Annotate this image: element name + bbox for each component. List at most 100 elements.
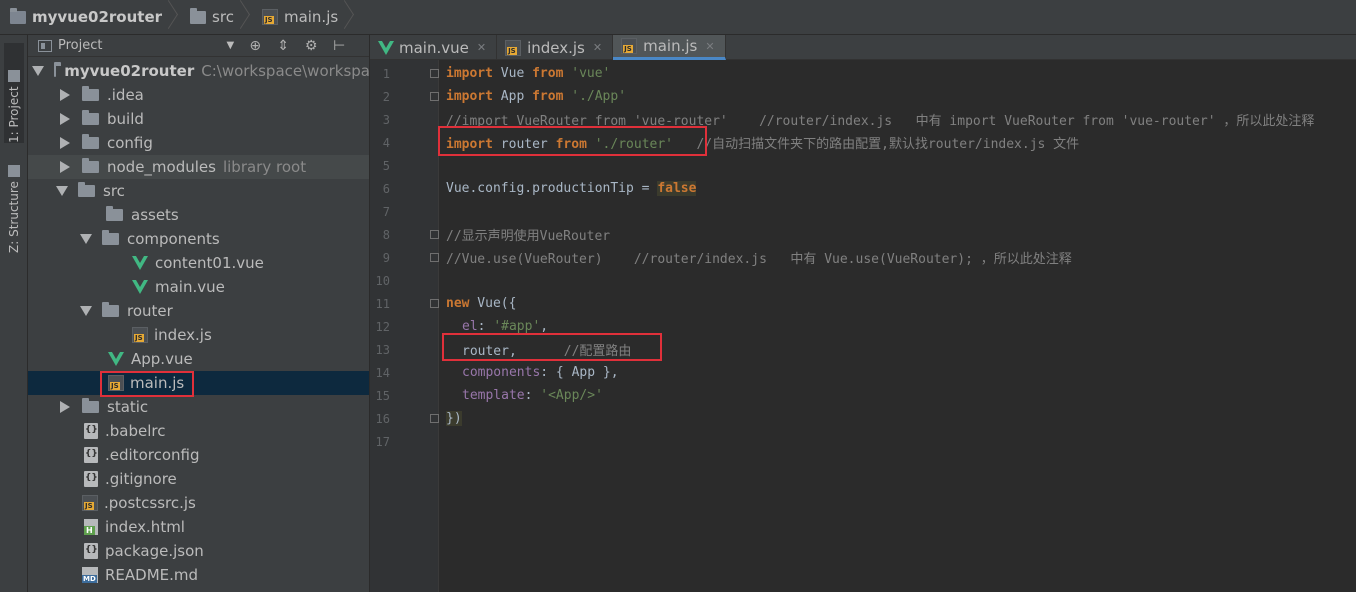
text-file-icon — [84, 447, 98, 463]
fold-marker-icon[interactable] — [430, 299, 439, 308]
folder-icon — [82, 158, 99, 173]
expand-arrow-icon[interactable] — [80, 306, 92, 316]
tree-item-app-vue[interactable]: App.vue — [28, 347, 369, 371]
line-number: 15 — [375, 388, 390, 403]
close-icon[interactable]: ✕ — [477, 41, 486, 54]
tree-item-editorconfig[interactable]: .editorconfig — [28, 443, 369, 467]
markdown-file-icon — [82, 567, 98, 583]
code-line[interactable]: 11 new Vue({ — [370, 292, 1356, 315]
project-view-selector[interactable]: Project — [58, 38, 102, 53]
gear-icon[interactable]: ⚙ — [304, 38, 318, 54]
code-text: }) — [446, 411, 462, 426]
tree-item-node-modules[interactable]: node_modules library root — [28, 155, 369, 179]
tree-item-babelrc[interactable]: .babelrc — [28, 419, 369, 443]
collapse-all-icon[interactable]: ⇕ — [276, 38, 290, 54]
code-line[interactable]: 2 import App from './App' — [370, 85, 1356, 108]
code-line[interactable]: 1 import Vue from 'vue' — [370, 62, 1356, 85]
code-line[interactable]: 17 — [370, 430, 1356, 453]
tree-item-label: .editorconfig — [105, 446, 200, 464]
library-root-note: library root — [222, 158, 307, 176]
collapse-arrow-icon[interactable] — [60, 161, 70, 173]
punctuation: : — [524, 388, 541, 403]
tab-main-js[interactable]: main.js ✕ — [613, 35, 726, 60]
fold-marker-icon[interactable] — [430, 414, 439, 423]
code-line[interactable]: 7 — [370, 200, 1356, 223]
tree-item-idea[interactable]: .idea — [28, 83, 369, 107]
breadcrumb-folder-label: src — [212, 8, 234, 26]
code-line[interactable]: 5 — [370, 154, 1356, 177]
breadcrumb-project[interactable]: myvue02router — [10, 0, 190, 35]
js-file-icon — [82, 495, 98, 511]
vue-file-icon — [132, 280, 148, 294]
chevron-down-icon[interactable]: ▼ — [226, 40, 234, 51]
structure-toolwindow-tab[interactable]: Z: Structure — [4, 153, 24, 253]
code-line[interactable]: 10 — [370, 269, 1356, 292]
code-line[interactable]: 8 //显示声明使用VueRouter — [370, 223, 1356, 246]
tree-item-src[interactable]: src — [28, 179, 369, 203]
fold-marker-icon[interactable] — [430, 69, 439, 78]
tree-item-static[interactable]: static — [28, 395, 369, 419]
tree-item-components[interactable]: components — [28, 227, 369, 251]
tree-item-index-html[interactable]: index.html — [28, 515, 369, 539]
punctuation: : — [477, 319, 494, 334]
expand-arrow-icon[interactable] — [56, 186, 68, 196]
tree-item-content01-vue[interactable]: content01.vue — [28, 251, 369, 275]
tree-item-build[interactable]: build — [28, 107, 369, 131]
code-line[interactable]: 13 router, //配置路由 — [370, 338, 1356, 361]
punctuation: , — [540, 319, 549, 334]
code-line[interactable]: 6 Vue.config.productionTip = false — [370, 177, 1356, 200]
code-line[interactable]: 4 import router from './router' //自动扫描文件… — [370, 131, 1356, 154]
fold-marker-icon[interactable] — [430, 253, 439, 262]
expand-arrow-icon[interactable] — [32, 66, 44, 76]
tree-item-postcssrc[interactable]: .postcssrc.js — [28, 491, 369, 515]
folder-icon — [82, 134, 99, 149]
tree-item-label: main.vue — [155, 278, 225, 296]
comment: //自动扫描文件夹下的路由配置,默认找router/index.js 文件 — [673, 137, 1080, 152]
expand-arrow-icon[interactable] — [80, 234, 92, 244]
structure-toolwindow-icon — [8, 165, 20, 178]
tree-item-config[interactable]: config — [28, 131, 369, 155]
tree-item-router[interactable]: router — [28, 299, 369, 323]
hide-panel-icon[interactable]: ⊢ — [332, 38, 346, 54]
tab-label: main.js — [643, 37, 698, 55]
tab-index-js[interactable]: index.js ✕ — [497, 35, 614, 60]
json-file-icon — [84, 543, 98, 559]
tree-item-main-js[interactable]: main.js — [28, 371, 369, 395]
tree-item-package-json[interactable]: package.json — [28, 539, 369, 563]
line-number: 3 — [382, 112, 390, 127]
collapse-arrow-icon[interactable] — [60, 137, 70, 149]
code-editor[interactable]: 1 import Vue from 'vue' 2 import App fro… — [370, 60, 1356, 592]
tree-item-gitignore[interactable]: .gitignore — [28, 467, 369, 491]
close-icon[interactable]: ✕ — [705, 40, 714, 53]
code-line[interactable]: 9 //Vue.use(VueRouter) //router/index.js… — [370, 246, 1356, 269]
collapse-arrow-icon[interactable] — [60, 89, 70, 101]
tree-item-assets[interactable]: assets — [28, 203, 369, 227]
tree-item-readme[interactable]: README.md — [28, 563, 369, 587]
collapse-arrow-icon[interactable] — [60, 113, 70, 125]
project-panel-header: Project ▼ ⊕ ⇕ ⚙ ⊢ — [28, 35, 369, 57]
line-number: 12 — [375, 319, 390, 334]
code-line[interactable]: 3 //import VueRouter from 'vue-router' /… — [370, 108, 1356, 131]
close-icon[interactable]: ✕ — [593, 41, 602, 54]
project-toolwindow-tab[interactable]: 1: Project — [4, 43, 24, 143]
line-number: 2 — [382, 89, 390, 104]
breadcrumb-file[interactable]: main.js — [261, 0, 366, 35]
breadcrumb-folder[interactable]: src — [190, 0, 262, 35]
tree-item-main-vue[interactable]: main.vue — [28, 275, 369, 299]
fold-marker-icon[interactable] — [430, 230, 439, 239]
code-line[interactable]: 15 template: '<App/>' — [370, 384, 1356, 407]
tree-root[interactable]: myvue02router C:\workspace\workspa — [28, 59, 369, 83]
tree-item-label: config — [107, 134, 153, 152]
line-number: 10 — [375, 273, 390, 288]
collapse-arrow-icon[interactable] — [60, 401, 70, 413]
code-line[interactable]: 12 el: '#app', — [370, 315, 1356, 338]
target-icon[interactable]: ⊕ — [248, 38, 262, 54]
keyword: from — [532, 66, 564, 81]
keyword: from — [555, 137, 587, 152]
code-line[interactable]: 16 }) — [370, 407, 1356, 430]
tree-item-index-js[interactable]: index.js — [28, 323, 369, 347]
tab-main-vue[interactable]: main.vue ✕ — [370, 35, 498, 60]
code-line[interactable]: 14 components: { App }, — [370, 361, 1356, 384]
fold-marker-icon[interactable] — [430, 92, 439, 101]
identifier: Vue({ — [469, 296, 517, 311]
